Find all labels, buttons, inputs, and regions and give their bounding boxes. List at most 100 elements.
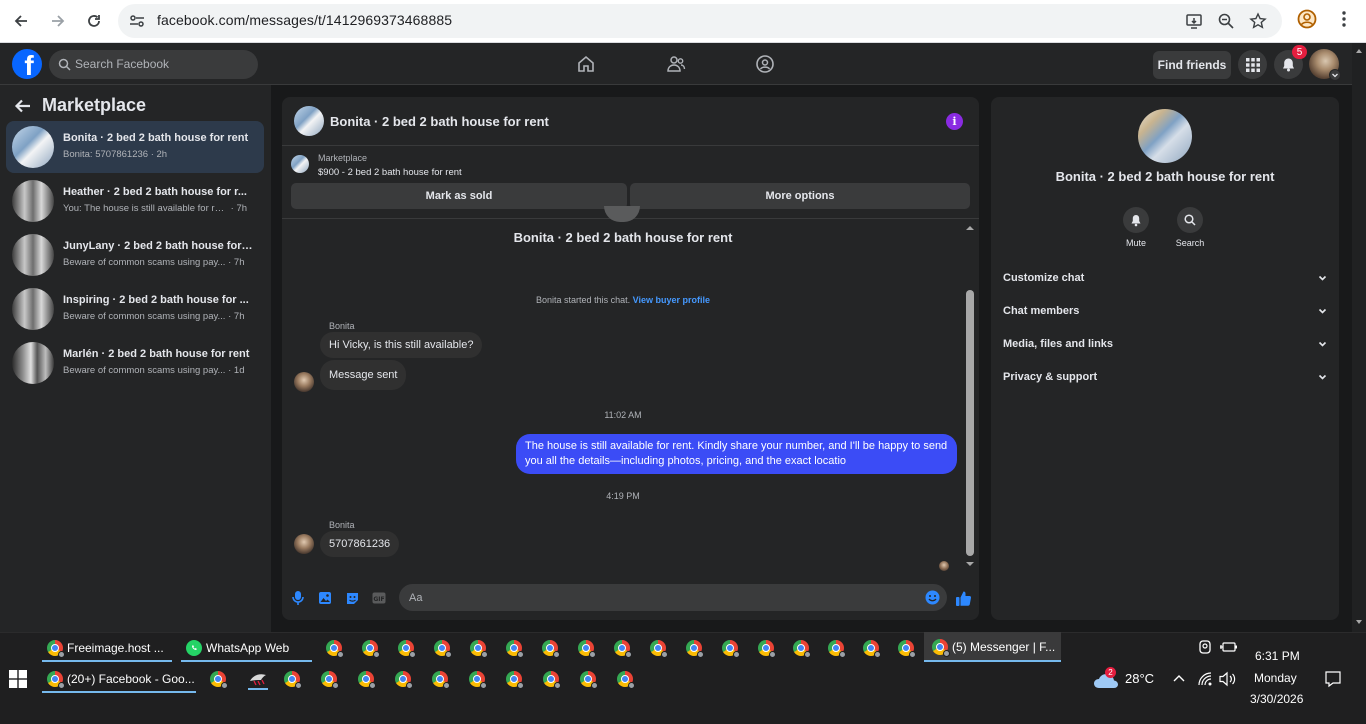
chrome-icon[interactable] xyxy=(470,640,488,658)
chrome-icon[interactable] xyxy=(432,671,450,689)
mute-button[interactable]: Mute xyxy=(1111,207,1161,248)
sticker-icon[interactable] xyxy=(344,590,360,606)
like-thumbs-up-icon[interactable] xyxy=(954,589,972,607)
media-files-links-section[interactable]: Media, files and links xyxy=(1003,335,1327,355)
view-buyer-profile-link[interactable]: View buyer profile xyxy=(633,295,710,305)
scroll-up-icon[interactable] xyxy=(965,224,975,232)
privacy-support-section[interactable]: Privacy & support xyxy=(1003,368,1327,388)
chrome-icon[interactable] xyxy=(398,640,416,658)
listing-avatar[interactable] xyxy=(1138,109,1192,163)
windows-start-icon[interactable] xyxy=(9,670,27,688)
temperature[interactable]: 28°C xyxy=(1125,671,1154,686)
conversation-item[interactable]: JunyLany · 2 bed 2 bath house for ... Be… xyxy=(6,229,264,281)
clock-time[interactable]: 6:31 PM xyxy=(1255,649,1300,663)
find-friends-button[interactable]: Find friends xyxy=(1153,51,1231,79)
taskbar-window-whatsapp[interactable]: WhatsApp Web xyxy=(181,634,312,662)
conversation-item[interactable]: Bonita · 2 bed 2 bath house for rent Bon… xyxy=(6,121,264,173)
chrome-icon[interactable] xyxy=(758,640,776,658)
action-center-icon[interactable] xyxy=(1324,670,1342,688)
forward-icon[interactable] xyxy=(45,8,71,34)
url-text[interactable]: facebook.com/messages/t/1412969373468885 xyxy=(157,12,452,28)
chrome-icon[interactable] xyxy=(210,671,228,689)
chrome-icon[interactable] xyxy=(543,671,561,689)
chevron-down-icon[interactable] xyxy=(1329,69,1341,81)
incoming-message[interactable]: 5707861236 xyxy=(320,531,400,557)
chat-title[interactable]: Bonita · 2 bed 2 bath house for rent xyxy=(330,114,549,129)
conversation-item[interactable]: Inspiring · 2 bed 2 bath house for ... B… xyxy=(6,283,264,335)
chrome-icon[interactable] xyxy=(362,640,380,658)
incoming-message[interactable]: Message sent xyxy=(320,360,407,390)
outgoing-message[interactable]: The house is still available for rent. K… xyxy=(516,434,957,474)
site-settings-icon[interactable] xyxy=(128,12,146,30)
wifi-icon[interactable] xyxy=(1197,671,1213,687)
chrome-icon[interactable] xyxy=(578,640,596,658)
facebook-logo-icon[interactable]: f xyxy=(12,49,42,79)
photo-icon[interactable] xyxy=(317,590,333,606)
listing-description[interactable]: $900 - 2 bed 2 bath house for rent xyxy=(318,167,462,178)
browser-menu-icon[interactable] xyxy=(1334,9,1354,29)
chat-members-section[interactable]: Chat members xyxy=(1003,302,1327,322)
chrome-icon[interactable] xyxy=(321,671,339,689)
search-in-chat-button[interactable]: Search xyxy=(1165,207,1215,248)
install-app-icon[interactable] xyxy=(1184,11,1204,31)
customize-chat-section[interactable]: Customize chat xyxy=(1003,269,1327,289)
message-thread[interactable]: Bonita · 2 bed 2 bath house for rent Bon… xyxy=(282,206,979,572)
chrome-icon[interactable] xyxy=(434,640,452,658)
menu-grid-icon[interactable] xyxy=(1238,50,1267,79)
emoji-icon[interactable] xyxy=(925,590,940,605)
conversation-item[interactable]: Marlén · 2 bed 2 bath house for rent Bew… xyxy=(6,337,264,389)
friends-icon[interactable] xyxy=(665,53,687,75)
sender-avatar[interactable] xyxy=(294,372,314,392)
browser-profile-icon[interactable] xyxy=(1296,8,1318,30)
microphone-icon[interactable] xyxy=(290,590,306,606)
facebook-search-input[interactable]: Search Facebook xyxy=(49,50,258,79)
back-icon[interactable] xyxy=(8,8,34,34)
chrome-icon[interactable] xyxy=(395,671,413,689)
chrome-icon[interactable] xyxy=(326,640,344,658)
chrome-icon[interactable] xyxy=(358,671,376,689)
chrome-icon[interactable] xyxy=(469,671,487,689)
clock-date[interactable]: 3/30/2026 xyxy=(1250,692,1303,706)
battery-plug-icon[interactable] xyxy=(1220,639,1238,655)
chrome-icon[interactable] xyxy=(828,640,846,658)
chevron-up-icon[interactable] xyxy=(1172,672,1188,688)
zoom-icon[interactable] xyxy=(1216,11,1236,31)
sender-avatar[interactable] xyxy=(294,534,314,554)
meet-now-icon[interactable] xyxy=(1197,639,1213,655)
chrome-icon[interactable] xyxy=(506,671,524,689)
chrome-icon[interactable] xyxy=(722,640,740,658)
back-arrow-icon[interactable] xyxy=(14,98,32,114)
scroll-down-icon[interactable] xyxy=(965,560,975,568)
chrome-icon[interactable] xyxy=(793,640,811,658)
info-icon[interactable]: i xyxy=(946,113,963,130)
home-icon[interactable] xyxy=(575,53,597,75)
gif-icon[interactable]: GIF xyxy=(371,590,387,606)
chrome-icon[interactable] xyxy=(898,640,916,658)
chrome-icon[interactable] xyxy=(542,640,560,658)
groups-icon[interactable] xyxy=(754,53,776,75)
listing-thumbnail[interactable] xyxy=(291,155,309,173)
clock-day[interactable]: Monday xyxy=(1254,671,1297,685)
bookmark-star-icon[interactable] xyxy=(1248,11,1268,31)
taskbar-window-facebook[interactable]: (20+) Facebook - Goo... xyxy=(42,665,196,693)
taskbar-window-freeimage[interactable]: Freeimage.host ... xyxy=(42,634,172,662)
more-options-button[interactable]: More options xyxy=(630,183,970,209)
chrome-icon[interactable] xyxy=(686,640,704,658)
chrome-icon[interactable] xyxy=(580,671,598,689)
address-bar[interactable]: facebook.com/messages/t/1412969373468885 xyxy=(118,4,1282,38)
reload-icon[interactable] xyxy=(81,8,107,34)
app-icon[interactable] xyxy=(247,669,269,691)
taskbar-window-messenger[interactable]: (5) Messenger | F... xyxy=(924,632,1061,662)
conversation-item[interactable]: Heather · 2 bed 2 bath house for r... Yo… xyxy=(6,175,264,227)
chrome-icon[interactable] xyxy=(617,671,635,689)
chrome-icon[interactable] xyxy=(506,640,524,658)
chat-avatar[interactable] xyxy=(294,106,324,136)
page-scrollbar[interactable] xyxy=(1352,43,1366,632)
scrollbar-thumb[interactable] xyxy=(966,290,974,556)
incoming-message[interactable]: Hi Vicky, is this still available? xyxy=(320,332,483,358)
chrome-icon[interactable] xyxy=(614,640,632,658)
message-input[interactable]: Aa xyxy=(399,584,947,611)
chrome-icon[interactable] xyxy=(650,640,668,658)
volume-icon[interactable] xyxy=(1219,671,1237,687)
mark-as-sold-button[interactable]: Mark as sold xyxy=(291,183,627,209)
